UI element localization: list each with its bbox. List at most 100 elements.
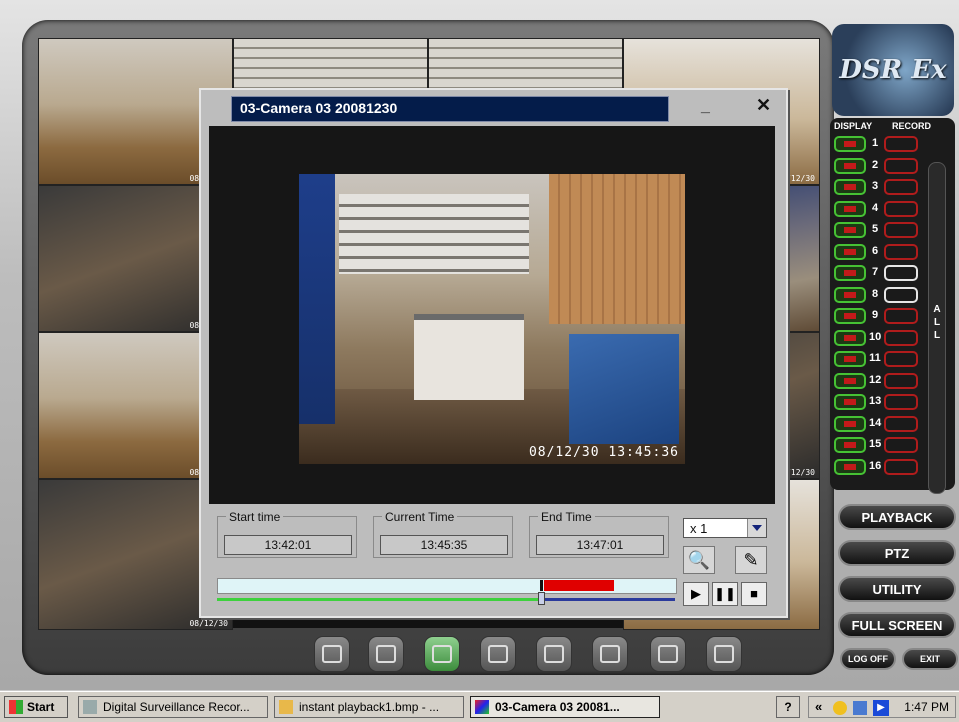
record-toggle-10[interactable] [884, 329, 918, 346]
record-toggle-3[interactable] [884, 179, 918, 195]
record-toggle-9[interactable] [884, 308, 918, 324]
camera-number: 2 [871, 158, 879, 171]
display-toggle-7[interactable] [834, 265, 866, 281]
full-screen-button[interactable]: FULL SCREEN [838, 612, 956, 638]
record-toggle-15[interactable] [884, 437, 918, 453]
camera-channel-row: 15 [834, 437, 926, 455]
zoom-search-button[interactable]: 🔍 [683, 546, 715, 574]
dsr-ex-logo: DSR Ex [832, 24, 954, 116]
camera-icon [844, 270, 856, 276]
record-all-button[interactable]: A L L [928, 162, 946, 494]
camera-channel-row: 2 [834, 157, 926, 176]
record-toggle-5[interactable] [884, 222, 918, 238]
record-toggle-11[interactable] [884, 351, 918, 367]
display-toggle-5[interactable] [834, 222, 866, 238]
layout-6-button[interactable] [592, 636, 628, 672]
playback-progress-slider[interactable] [217, 592, 675, 605]
start-label: Start [27, 700, 55, 714]
camera-number: 6 [871, 244, 879, 257]
tray-expand-icon[interactable]: « [815, 699, 822, 714]
utility-button[interactable]: UTILITY [838, 576, 956, 602]
grid-view-icon [432, 645, 452, 663]
layout-9-button[interactable] [536, 636, 572, 672]
record-toggle-12[interactable] [884, 372, 918, 389]
recording-timeline[interactable] [217, 578, 677, 594]
minimize-button[interactable]: _ [701, 98, 710, 116]
shield-icon[interactable] [833, 701, 847, 715]
help-tray-button[interactable]: ? [776, 696, 800, 718]
record-toggle-1[interactable] [884, 136, 918, 152]
system-tray: « ▶ 1:47 PM [808, 696, 956, 718]
video-scene-cabinet [569, 334, 679, 444]
media-player-icon[interactable]: ▶ [873, 700, 889, 716]
video-scene-blue-wall [299, 174, 335, 424]
layout-16-button[interactable] [424, 636, 460, 672]
camera-tile[interactable] [233, 38, 428, 90]
playback-speed-select[interactable]: x 1 [683, 518, 767, 538]
stop-button[interactable]: ■ [741, 582, 767, 606]
display-toggle-13[interactable] [834, 394, 866, 410]
display-toggle-2[interactable] [834, 157, 866, 174]
display-toggle-3[interactable] [834, 179, 866, 195]
play-button[interactable]: ▶ [683, 582, 709, 606]
display-toggle-4[interactable] [834, 200, 866, 217]
taskbar-item-dvr[interactable]: Digital Surveillance Recor... [78, 696, 268, 718]
record-toggle-8[interactable] [884, 286, 918, 303]
camera-icon [844, 313, 856, 319]
display-toggle-12[interactable] [834, 372, 866, 389]
camera-number: 8 [871, 287, 879, 300]
display-toggle-1[interactable] [834, 136, 866, 152]
camera-icon [844, 420, 856, 427]
dialog-title-bar[interactable]: 03-Camera 03 20081230 [231, 96, 669, 122]
display-toggle-10[interactable] [834, 329, 866, 346]
slider-remaining-track [542, 598, 675, 601]
camera-channel-list: DISPLAY RECORD A L L 1 2 3 4 5 6 7 8 9 10 11 12 13 14… [830, 118, 955, 494]
display-toggle-9[interactable] [834, 308, 866, 324]
slider-thumb[interactable] [538, 592, 545, 605]
record-toggle-13[interactable] [884, 394, 918, 410]
camera-number: 14 [869, 416, 882, 429]
taskbar-item-paint[interactable]: instant playback1.bmp - ... [274, 696, 464, 718]
snapshot-button[interactable]: ✎ [735, 546, 767, 574]
camera-number: 12 [869, 373, 882, 386]
camera-number: 4 [871, 201, 879, 214]
display-toggle-16[interactable] [834, 458, 866, 475]
display-toggle-11[interactable] [834, 351, 866, 367]
playback-video-area: 08/12/30 13:45:36 [209, 126, 775, 504]
ptz-button[interactable]: PTZ [838, 540, 956, 566]
layout-8-button[interactable] [650, 636, 686, 672]
camera-window-icon [475, 700, 489, 714]
network-icon[interactable] [853, 701, 867, 715]
camera-tile[interactable] [428, 38, 623, 90]
playback-button[interactable]: PLAYBACK [838, 504, 956, 530]
record-toggle-14[interactable] [884, 415, 918, 432]
record-toggle-6[interactable] [884, 243, 918, 260]
layout-4-button[interactable] [368, 636, 404, 672]
taskbar-item-camera[interactable]: 03-Camera 03 20081... [470, 696, 660, 718]
display-toggle-15[interactable] [834, 437, 866, 453]
display-toggle-14[interactable] [834, 415, 866, 432]
camera-channel-row: 5 [834, 222, 926, 240]
layout-1-button[interactable] [314, 636, 350, 672]
end-time-label: End Time [538, 510, 595, 524]
display-toggle-8[interactable] [834, 286, 866, 303]
record-toggle-16[interactable] [884, 458, 918, 475]
chevron-down-icon[interactable] [747, 519, 766, 537]
pause-button[interactable]: ❚❚ [712, 582, 738, 606]
layout-10-button[interactable] [706, 636, 742, 672]
end-time-group: End Time 13:47:01 [529, 510, 669, 558]
start-button[interactable]: Start [4, 696, 68, 718]
record-toggle-2[interactable] [884, 157, 918, 174]
dialog-title: 03-Camera 03 20081230 [240, 100, 398, 116]
control-panel: DSR Ex DISPLAY RECORD A L L 1 2 3 4 5 6 7 8 9 10 1… [826, 20, 959, 676]
record-toggle-7[interactable] [884, 265, 918, 281]
log-off-button[interactable]: LOG OFF [840, 648, 896, 670]
close-button[interactable]: ✕ [756, 95, 771, 116]
taskbar-item-label: instant playback1.bmp - ... [299, 700, 440, 714]
exit-button[interactable]: EXIT [902, 648, 958, 670]
record-toggle-4[interactable] [884, 200, 918, 217]
layout-cycle-button[interactable] [480, 636, 516, 672]
display-toggle-6[interactable] [834, 243, 866, 260]
cycle-view-icon [488, 645, 508, 663]
single-view-icon [322, 645, 342, 663]
